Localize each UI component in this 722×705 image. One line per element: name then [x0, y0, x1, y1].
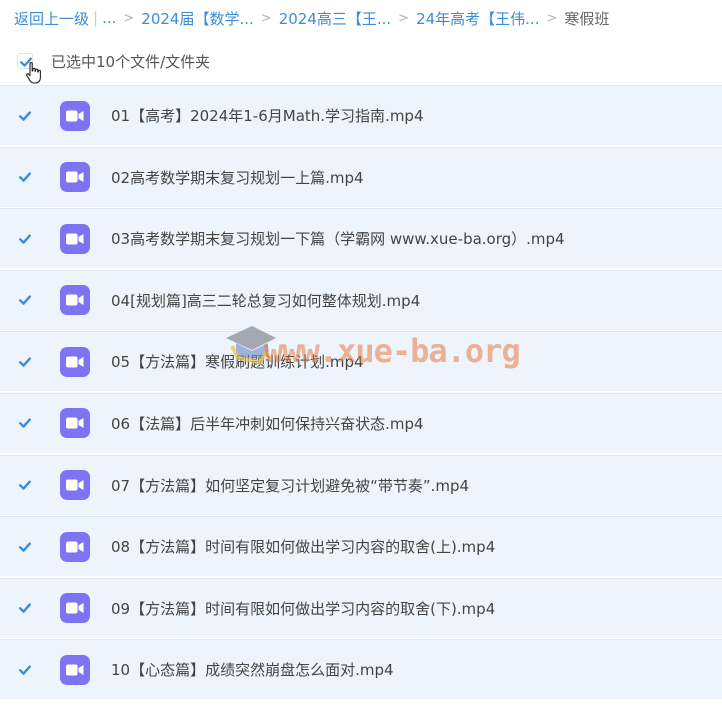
video-camera-icon [66, 294, 84, 306]
checkmark-icon [19, 480, 31, 490]
file-row[interactable]: 02高考数学期末复习规划一上篇.mp4 [0, 146, 722, 207]
file-row[interactable]: 07【方法篇】如何坚定复习计划避免被“带节奏”.mp4 [0, 454, 722, 515]
file-checkbox[interactable] [17, 600, 33, 616]
file-name[interactable]: 06【法篇】后半年冲刺如何保持兴奋状态.mp4 [111, 413, 424, 434]
video-file-icon [60, 470, 90, 501]
checkmark-icon [19, 172, 31, 182]
file-checkbox[interactable] [17, 292, 33, 308]
file-checkbox[interactable] [17, 231, 33, 247]
file-name[interactable]: 09【方法篇】时间有限如何做出学习内容的取舍(下).mp4 [111, 598, 495, 619]
chevron-right-icon: > [546, 10, 558, 26]
checkmark-icon [19, 665, 31, 675]
file-row[interactable]: 04[规划篇]高三二轮总复习如何整体规划.mp4 [0, 269, 722, 330]
video-camera-icon [66, 356, 84, 368]
file-row[interactable]: 10【心态篇】成绩突然崩盘怎么面对.mp4 [0, 639, 722, 700]
checkmark-icon [19, 357, 31, 367]
video-file-icon [60, 531, 90, 562]
video-camera-icon [66, 171, 84, 183]
video-camera-icon [66, 664, 84, 676]
breadcrumb-back-link[interactable]: 返回上一级 [14, 8, 89, 29]
breadcrumb-item-2[interactable]: 2024高三【王... [279, 8, 391, 29]
file-name[interactable]: 02高考数学期末复习规划一上篇.mp4 [111, 167, 364, 188]
video-file-icon [60, 223, 90, 254]
file-list: 01【高考】2024年1-6月Math.学习指南.mp4 02高考数学期末复习规划… [0, 85, 722, 701]
hand-cursor-icon [26, 61, 41, 84]
video-file-icon [60, 408, 90, 439]
video-file-icon [60, 100, 90, 131]
checkmark-icon [19, 418, 31, 429]
file-checkbox[interactable] [17, 477, 33, 493]
file-checkbox[interactable] [17, 662, 33, 678]
checkmark-icon [19, 234, 31, 244]
file-row[interactable]: 08【方法篇】时间有限如何做出学习内容的取舍(上).mp4 [0, 516, 722, 577]
file-checkbox[interactable] [17, 108, 33, 124]
file-checkbox[interactable] [17, 539, 33, 555]
file-row[interactable]: 05【方法篇】寒假刷题训练计划.mp4 [0, 331, 722, 392]
file-row[interactable]: 01【高考】2024年1-6月Math.学习指南.mp4 [0, 85, 722, 145]
file-name[interactable]: 08【方法篇】时间有限如何做出学习内容的取舍(上).mp4 [111, 536, 495, 557]
breadcrumb-item-1[interactable]: 2024届【数学... [141, 8, 253, 29]
video-camera-icon [66, 479, 84, 491]
file-name[interactable]: 05【方法篇】寒假刷题训练计划.mp4 [111, 351, 364, 372]
video-camera-icon [66, 602, 84, 614]
chevron-right-icon: > [123, 10, 135, 26]
video-file-icon [60, 162, 90, 193]
video-camera-icon [66, 417, 84, 429]
video-file-icon [60, 346, 90, 377]
file-checkbox[interactable] [17, 354, 33, 370]
file-name[interactable]: 07【方法篇】如何坚定复习计划避免被“带节奏”.mp4 [111, 475, 469, 496]
video-file-icon [60, 593, 90, 624]
file-name[interactable]: 10【心态篇】成绩突然崩盘怎么面对.mp4 [111, 659, 394, 680]
video-camera-icon [66, 541, 84, 553]
breadcrumb-current: 寒假班 [564, 9, 610, 28]
video-file-icon [60, 654, 90, 685]
file-name[interactable]: 01【高考】2024年1-6月Math.学习指南.mp4 [111, 105, 424, 126]
selection-count-label: 已选中10个文件/文件夹 [51, 52, 211, 71]
file-checkbox[interactable] [17, 415, 33, 431]
file-name[interactable]: 04[规划篇]高三二轮总复习如何整体规划.mp4 [111, 290, 420, 311]
checkmark-icon [19, 110, 31, 121]
video-file-icon [60, 285, 90, 316]
breadcrumb-ellipsis-link[interactable]: ... [102, 9, 116, 27]
file-checkbox[interactable] [17, 169, 33, 185]
chevron-right-icon: > [398, 10, 410, 26]
file-row[interactable]: 06【法篇】后半年冲刺如何保持兴奋状态.mp4 [0, 392, 722, 453]
file-row[interactable]: 09【方法篇】时间有限如何做出学习内容的取舍(下).mp4 [0, 577, 722, 638]
breadcrumb-item-3[interactable]: 24年高考【王伟... [416, 8, 539, 29]
breadcrumb: 返回上一级 | ... > 2024届【数学... > 2024高三【王... … [14, 7, 609, 29]
checkmark-icon [19, 295, 31, 306]
file-name[interactable]: 03高考数学期末复习规划一下篇（学霸网 www.xue-ba.org）.mp4 [111, 228, 565, 249]
breadcrumb-divider: | [93, 9, 99, 27]
file-row[interactable]: 03高考数学期末复习规划一下篇（学霸网 www.xue-ba.org）.mp4 [0, 208, 722, 269]
checkmark-icon [19, 542, 31, 552]
selection-bar: 已选中10个文件/文件夹 [0, 38, 722, 84]
video-camera-icon [66, 110, 84, 121]
checkmark-icon [19, 603, 31, 614]
video-camera-icon [66, 233, 84, 245]
chevron-right-icon: > [260, 10, 272, 26]
